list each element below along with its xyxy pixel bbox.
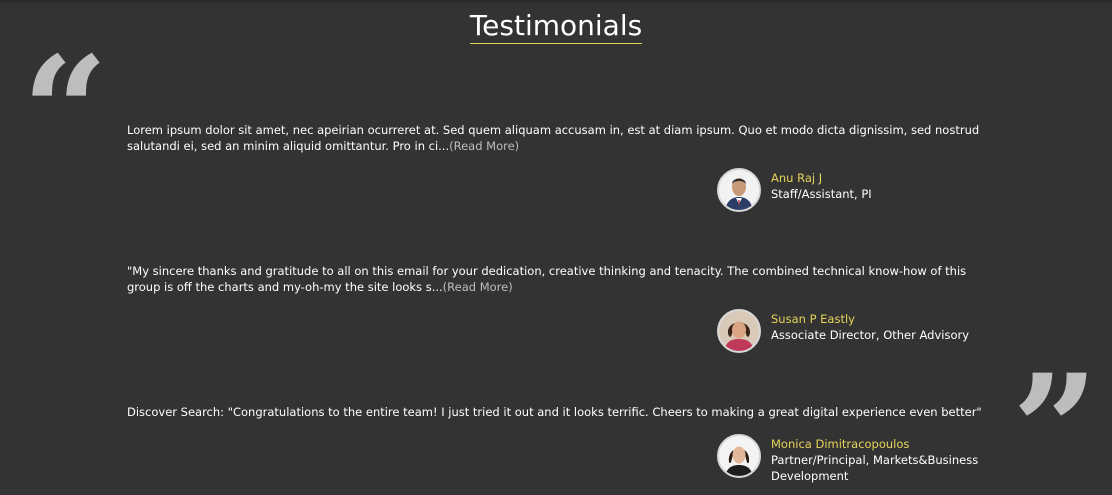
read-more-link[interactable]: (Read More): [449, 139, 519, 153]
open-quote-icon: “: [22, 24, 109, 200]
testimonial-item: Lorem ipsum dolor sit amet, nec apeirian…: [127, 122, 997, 154]
testimonial-text: Discover Search: "Congratulations to the…: [127, 404, 997, 420]
testimonial-quote: Discover Search: "Congratulations to the…: [127, 405, 982, 419]
author-info: Monica Dimitracopoulos Partner/Principal…: [771, 436, 981, 484]
testimonial-quote: Lorem ipsum dolor sit amet, nec apeirian…: [127, 123, 980, 153]
testimonial-text: "My sincere thanks and gratitude to all …: [127, 263, 997, 295]
author-role: Associate Director, Other Advisory: [771, 328, 970, 342]
read-more-link[interactable]: (Read More): [443, 280, 513, 294]
avatar: [717, 434, 761, 478]
avatar-man-icon: [719, 170, 759, 210]
author-name: Monica Dimitracopoulos: [771, 437, 910, 451]
avatar: [717, 309, 761, 353]
author-info: Susan P Eastly Associate Director, Other…: [771, 311, 981, 343]
testimonial-author: Susan P Eastly Associate Director, Other…: [717, 309, 981, 353]
author-role: Partner/Principal, Markets&Business Deve…: [771, 453, 979, 483]
testimonial-author: Monica Dimitracopoulos Partner/Principal…: [717, 434, 981, 484]
testimonials-section: Testimonials “ Lorem ipsum dolor sit ame…: [0, 0, 1112, 495]
avatar-woman-icon: [719, 311, 759, 351]
author-role: Staff/Assistant, PI: [771, 187, 872, 201]
testimonial-quote: "My sincere thanks and gratitude to all …: [127, 264, 967, 294]
testimonial-item: Discover Search: "Congratulations to the…: [127, 404, 997, 420]
author-name: Susan P Eastly: [771, 312, 855, 326]
title-wrap: Testimonials: [0, 9, 1112, 44]
testimonial-item: "My sincere thanks and gratitude to all …: [127, 263, 997, 295]
avatar: [717, 168, 761, 212]
section-title: Testimonials: [469, 9, 643, 44]
testimonial-author: Anu Raj J Staff/Assistant, PI: [717, 168, 981, 212]
author-name: Anu Raj J: [771, 171, 823, 185]
avatar-woman-icon: [719, 436, 759, 476]
testimonial-text: Lorem ipsum dolor sit amet, nec apeirian…: [127, 122, 997, 154]
author-info: Anu Raj J Staff/Assistant, PI: [771, 170, 981, 202]
close-quote-icon: ”: [1012, 342, 1099, 495]
